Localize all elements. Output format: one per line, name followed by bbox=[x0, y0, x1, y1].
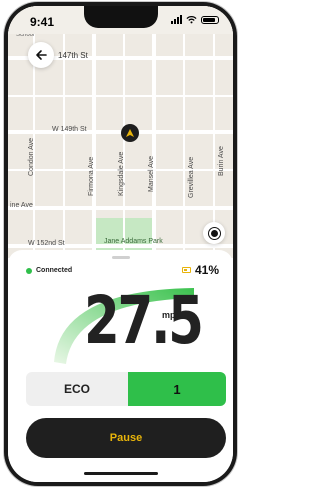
status-time: 9:41 bbox=[30, 15, 55, 29]
panel-grabber[interactable] bbox=[112, 256, 130, 259]
locate-me-button[interactable] bbox=[203, 222, 225, 244]
map-label-condon: Condon Ave bbox=[28, 137, 35, 176]
battery-percent: 41% bbox=[194, 263, 219, 277]
connection-dot-icon bbox=[26, 267, 32, 274]
bike-battery: 41% bbox=[181, 263, 219, 277]
notch bbox=[84, 6, 158, 28]
phone-battery-icon bbox=[201, 15, 219, 24]
cellular-signal-icon bbox=[171, 15, 182, 24]
map-label-park: Jane Addams Park bbox=[104, 238, 163, 245]
battery-icon bbox=[181, 267, 191, 273]
map-label-firmona: Firmona Ave bbox=[88, 156, 95, 196]
navigation-arrow-icon bbox=[126, 129, 134, 137]
speed-value: 27.5 bbox=[84, 282, 204, 359]
arrow-left-icon bbox=[36, 50, 47, 60]
ride-panel: Connected 41% 27.5 mph ECO 1 Pause bbox=[8, 250, 233, 482]
app-screen: 9:41 School 147th St W 149th St Condon A… bbox=[8, 6, 233, 482]
phone-frame: 9:41 School 147th St W 149th St Condon A… bbox=[4, 2, 237, 486]
map-label-mansel: Mansel Ave bbox=[148, 155, 155, 192]
home-indicator bbox=[84, 472, 158, 475]
connection-label: Connected bbox=[36, 267, 73, 274]
map-label-w152nd: W 152nd St bbox=[28, 240, 65, 247]
assist-level-button[interactable]: 1 bbox=[128, 372, 226, 406]
current-location-marker bbox=[121, 124, 139, 142]
map-label-ine: ine Ave bbox=[10, 202, 33, 209]
map-label-kingsdale: Kingsdale Ave bbox=[118, 151, 125, 196]
status-bar: 9:41 bbox=[8, 6, 233, 34]
assist-mode-selector: ECO 1 bbox=[26, 372, 226, 406]
wifi-icon bbox=[186, 16, 197, 24]
back-button[interactable] bbox=[28, 42, 54, 68]
assist-mode-button[interactable]: ECO bbox=[26, 372, 128, 406]
locate-me-icon bbox=[210, 229, 218, 237]
pause-button[interactable]: Pause bbox=[26, 418, 226, 458]
status-icons bbox=[171, 15, 219, 24]
map-label-w149th: W 149th St bbox=[52, 126, 87, 133]
connection-status: Connected bbox=[26, 267, 72, 274]
speed-unit: mph bbox=[162, 310, 181, 320]
map-label-147th: 147th St bbox=[58, 51, 88, 60]
map-label-burin: Burin Ave bbox=[218, 146, 225, 176]
map-label-grevillea: Grevillea Ave bbox=[188, 156, 195, 198]
